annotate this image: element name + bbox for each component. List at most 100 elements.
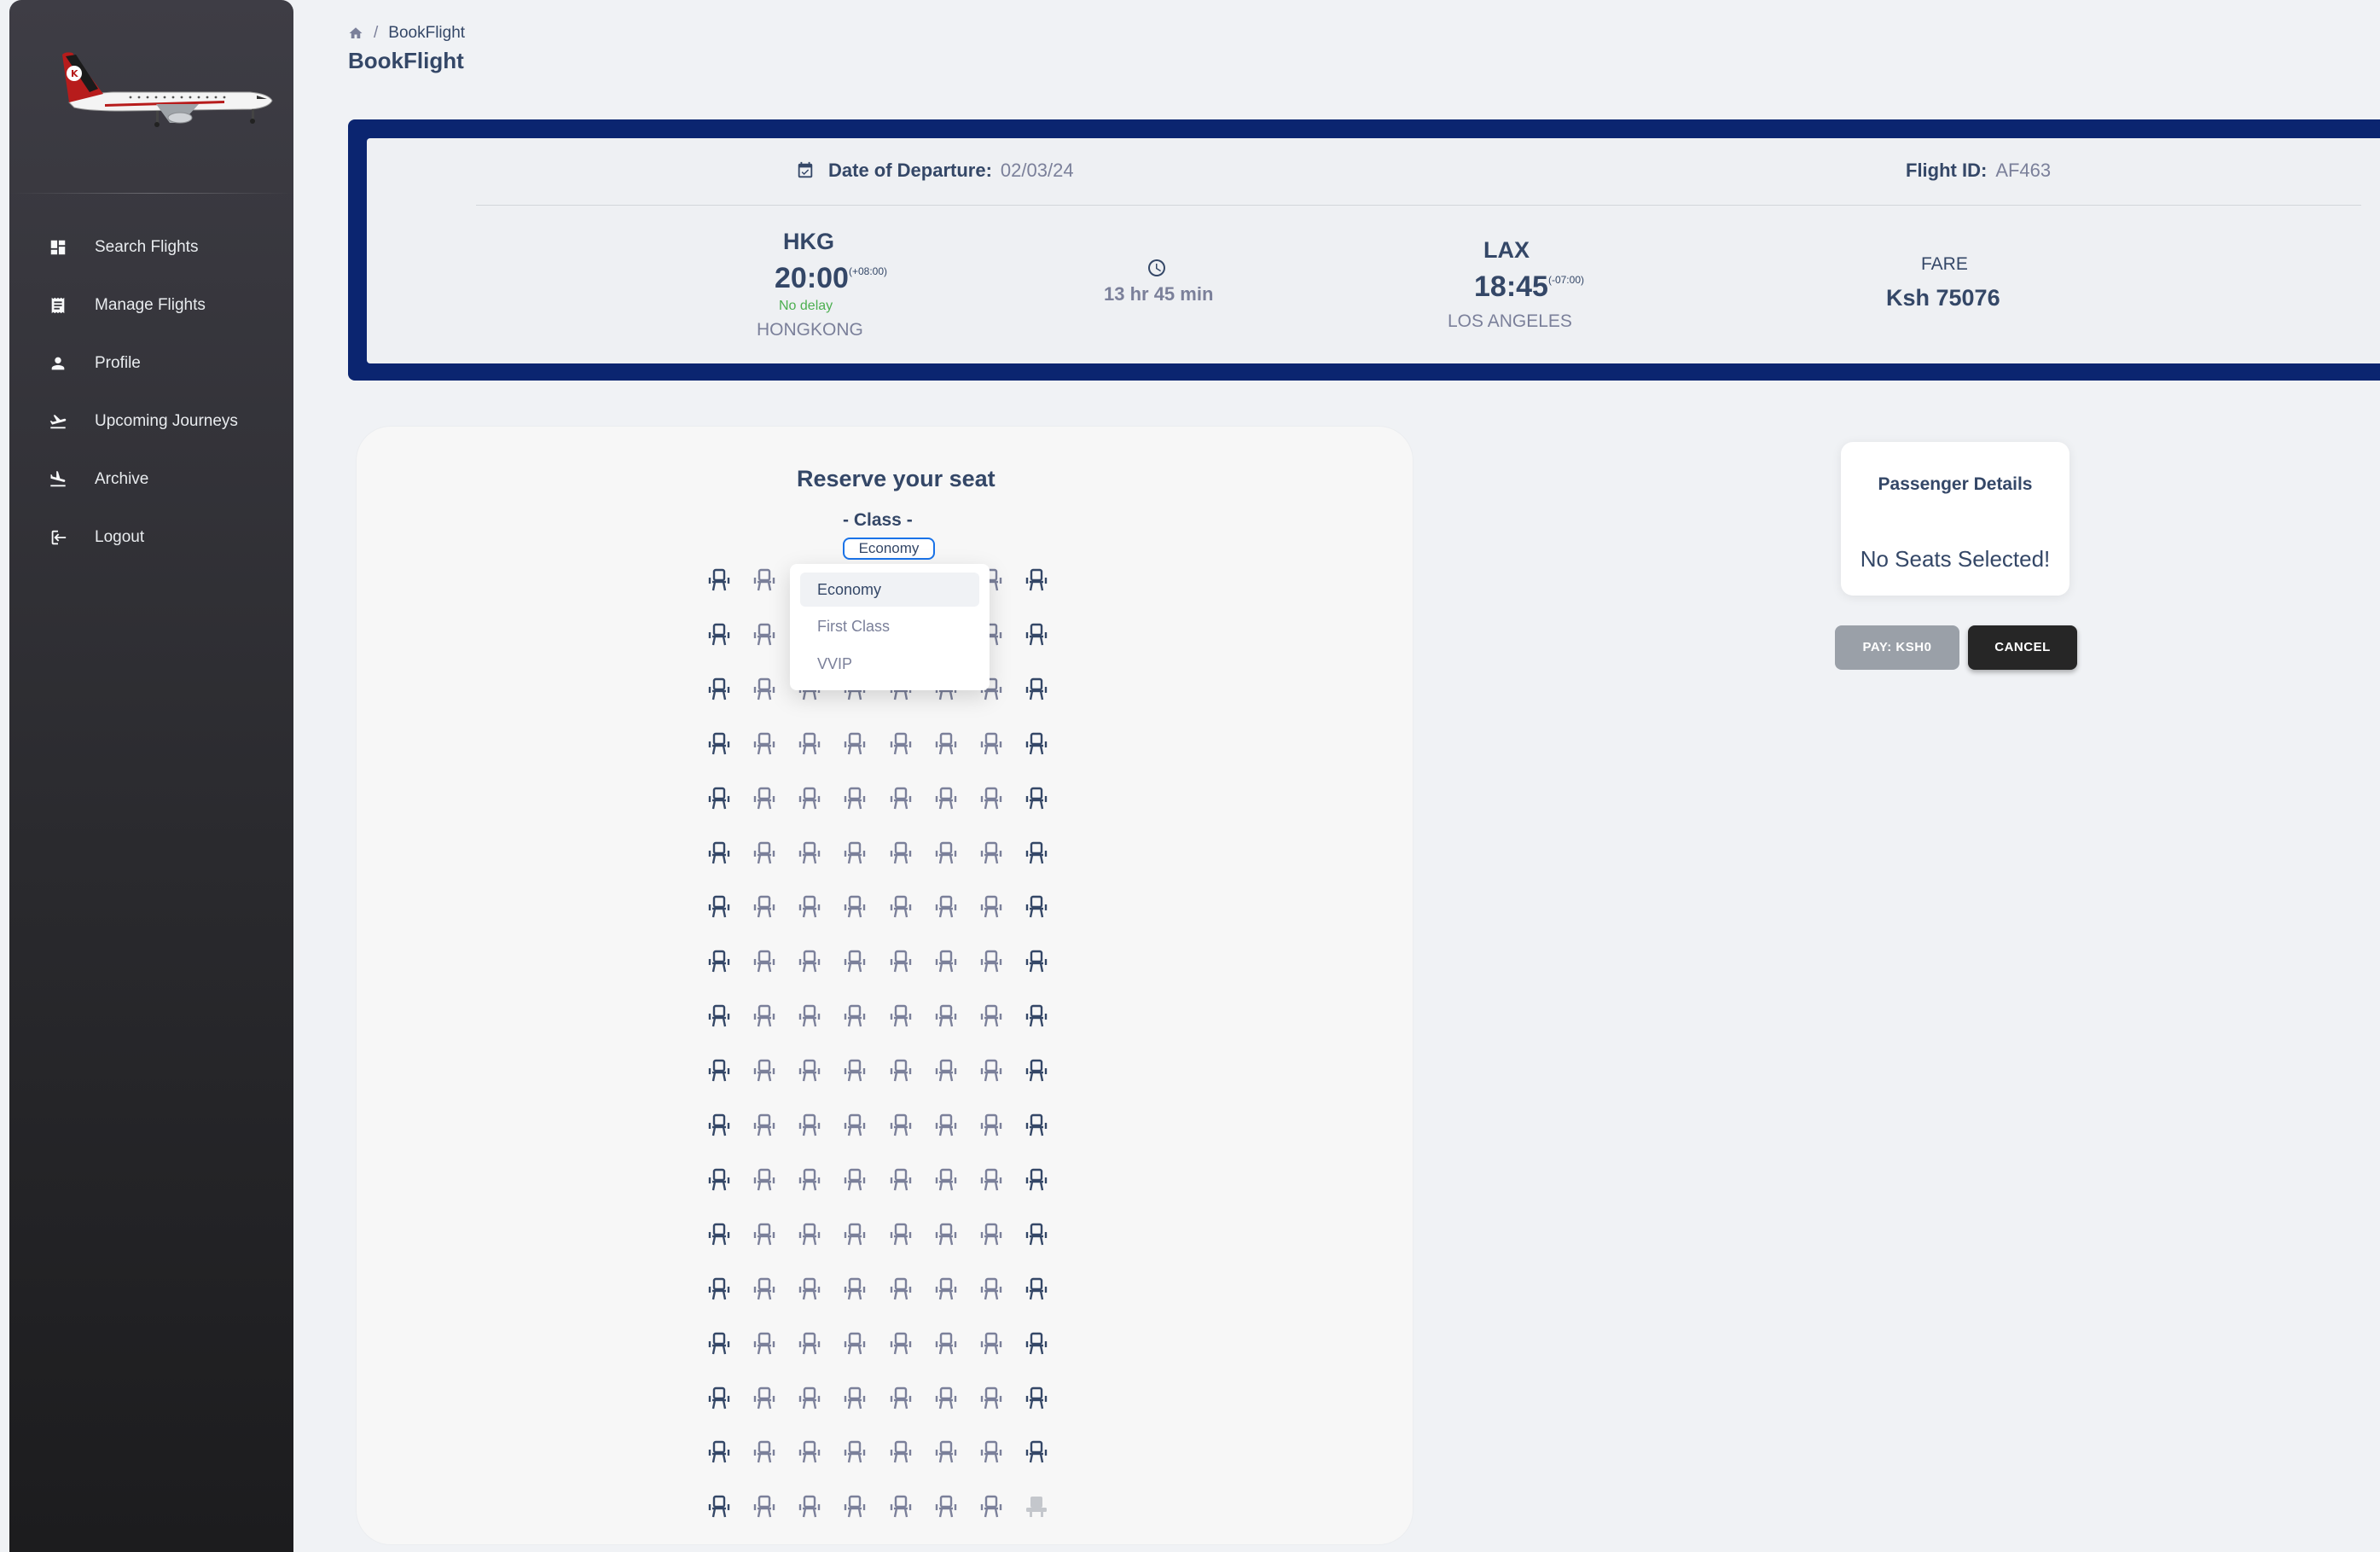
seat[interactable]: [752, 1167, 777, 1193]
seat[interactable]: [888, 1113, 914, 1138]
seat[interactable]: [1024, 1222, 1049, 1247]
sidebar-item-search-flights[interactable]: Search Flights: [9, 218, 293, 276]
seat[interactable]: [933, 731, 959, 757]
seat[interactable]: [1024, 1439, 1049, 1465]
seat[interactable]: [706, 1331, 732, 1357]
seat[interactable]: [1024, 1167, 1049, 1193]
home-icon[interactable]: [348, 26, 363, 41]
sidebar-item-manage-flights[interactable]: Manage Flights: [9, 276, 293, 334]
seat[interactable]: [888, 1331, 914, 1357]
seat[interactable]: [797, 1003, 822, 1029]
seat[interactable]: [978, 1167, 1004, 1193]
seat[interactable]: [706, 1113, 732, 1138]
seat[interactable]: [978, 731, 1004, 757]
seat[interactable]: [752, 1331, 777, 1357]
seat[interactable]: [1024, 567, 1049, 593]
seat[interactable]: [1024, 1331, 1049, 1357]
class-option-economy[interactable]: Economy: [800, 573, 979, 607]
seat[interactable]: [797, 1058, 822, 1084]
seat[interactable]: [933, 1113, 959, 1138]
seat[interactable]: [752, 1386, 777, 1411]
seat[interactable]: [978, 894, 1004, 920]
seat[interactable]: [706, 786, 732, 811]
seat[interactable]: [752, 1222, 777, 1247]
seat[interactable]: [752, 840, 777, 866]
seat[interactable]: [1024, 1003, 1049, 1029]
seat[interactable]: [888, 1003, 914, 1029]
seat[interactable]: [842, 731, 868, 757]
seat[interactable]: [933, 1222, 959, 1247]
seat[interactable]: [797, 731, 822, 757]
seat[interactable]: [933, 1167, 959, 1193]
class-option-vvip[interactable]: VVIP: [800, 647, 979, 681]
sidebar-item-logout[interactable]: Logout: [9, 509, 293, 567]
seat[interactable]: [933, 894, 959, 920]
seat[interactable]: [842, 949, 868, 974]
seat[interactable]: [888, 1167, 914, 1193]
seat[interactable]: [706, 731, 732, 757]
sidebar-item-upcoming-journeys[interactable]: Upcoming Journeys: [9, 392, 293, 450]
seat[interactable]: [1024, 949, 1049, 974]
seat[interactable]: [706, 1222, 732, 1247]
seat[interactable]: [888, 1439, 914, 1465]
seat[interactable]: [1024, 786, 1049, 811]
cancel-button[interactable]: CANCEL: [1968, 625, 2077, 670]
seat[interactable]: [706, 1058, 732, 1084]
seat[interactable]: [978, 1494, 1004, 1520]
seat[interactable]: [888, 894, 914, 920]
seat[interactable]: [978, 786, 1004, 811]
seat[interactable]: [888, 840, 914, 866]
airline-logo[interactable]: K: [54, 44, 276, 138]
seat[interactable]: [842, 1439, 868, 1465]
seat[interactable]: [797, 1331, 822, 1357]
seat[interactable]: [752, 1003, 777, 1029]
seat[interactable]: [706, 567, 732, 593]
seat[interactable]: [842, 1222, 868, 1247]
seat[interactable]: [842, 1386, 868, 1411]
seat[interactable]: [752, 1439, 777, 1465]
seat[interactable]: [752, 567, 777, 593]
seat[interactable]: [706, 1276, 732, 1302]
seat[interactable]: [1024, 622, 1049, 648]
seat[interactable]: [1024, 677, 1049, 702]
seat[interactable]: [888, 949, 914, 974]
seat[interactable]: [1024, 1113, 1049, 1138]
seat[interactable]: [1024, 894, 1049, 920]
seat[interactable]: [1024, 731, 1049, 757]
pay-button[interactable]: PAY: KSH0: [1835, 625, 1959, 670]
seat[interactable]: [752, 1494, 777, 1520]
seat[interactable]: [1024, 1276, 1049, 1302]
seat[interactable]: [842, 1003, 868, 1029]
seat[interactable]: [842, 1058, 868, 1084]
seat[interactable]: [797, 1386, 822, 1411]
seat[interactable]: [978, 1113, 1004, 1138]
seat[interactable]: [933, 1386, 959, 1411]
seat[interactable]: [706, 1167, 732, 1193]
seat[interactable]: [797, 1494, 822, 1520]
seat[interactable]: [797, 894, 822, 920]
seat[interactable]: [888, 731, 914, 757]
seat[interactable]: [978, 1276, 1004, 1302]
seat[interactable]: [978, 1222, 1004, 1247]
seat[interactable]: [842, 1113, 868, 1138]
seat[interactable]: [842, 1167, 868, 1193]
seat[interactable]: [706, 1386, 732, 1411]
seat[interactable]: [752, 1113, 777, 1138]
seat[interactable]: [888, 1386, 914, 1411]
seat[interactable]: [842, 1331, 868, 1357]
seat[interactable]: [888, 1222, 914, 1247]
class-option-first-class[interactable]: First Class: [800, 609, 979, 643]
seat[interactable]: [797, 1276, 822, 1302]
seat[interactable]: [933, 786, 959, 811]
seat[interactable]: [1024, 1386, 1049, 1411]
seat[interactable]: [706, 1003, 732, 1029]
seat[interactable]: [888, 1494, 914, 1520]
seat[interactable]: [706, 894, 732, 920]
seat[interactable]: [842, 786, 868, 811]
seat[interactable]: [978, 1386, 1004, 1411]
seat[interactable]: [706, 1439, 732, 1465]
seat[interactable]: [842, 1494, 868, 1520]
seat[interactable]: [1024, 1058, 1049, 1084]
seat[interactable]: [752, 1058, 777, 1084]
seat[interactable]: [888, 1276, 914, 1302]
